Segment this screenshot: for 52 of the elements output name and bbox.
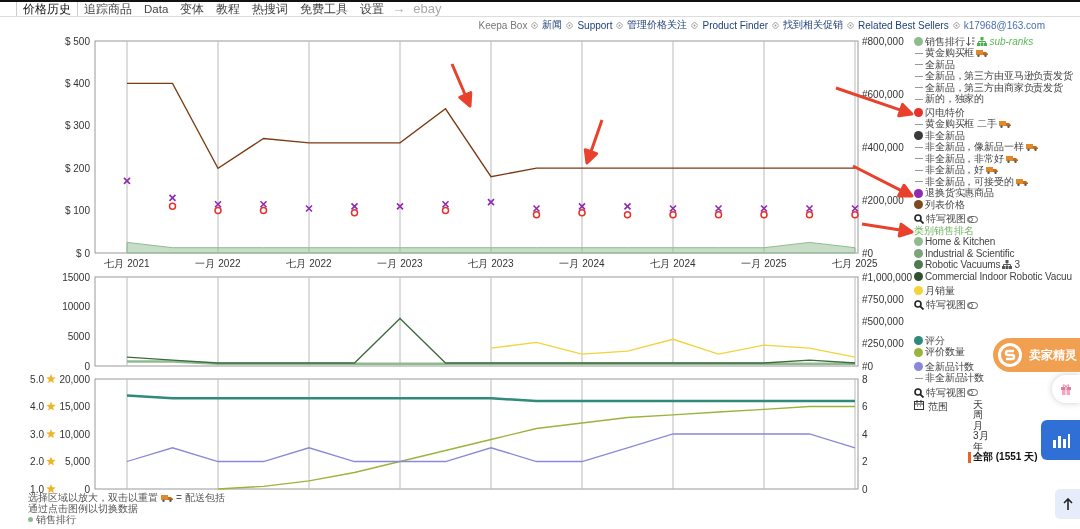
section-title: 类别销售排名 <box>914 225 975 236</box>
axis-label: 0 <box>862 483 868 495</box>
range-label: 范围 <box>928 399 948 414</box>
axis-label: 5,000 <box>64 456 90 467</box>
axis-label: $ 200 <box>64 162 90 174</box>
axis-label: #600,000 <box>862 88 904 100</box>
axis-label: 4 <box>862 428 868 440</box>
axis-label: 15000 <box>62 271 90 283</box>
axis-label: $ 100 <box>64 205 90 217</box>
hint-text: 选择区域以放大，双击以重置 <box>28 492 158 503</box>
axis-label: $ 300 <box>64 120 90 132</box>
axis-label: #200,000 <box>862 194 904 206</box>
axis-label: 一月 2024 <box>559 258 605 269</box>
axis-label: 七月 2021 <box>104 258 150 269</box>
axis-label: #750,000 <box>862 293 904 305</box>
axis-label: 七月 2022 <box>286 258 332 269</box>
arrow-icon: → <box>390 2 408 16</box>
axis-label: #500,000 <box>862 316 904 327</box>
axis-label: 0 <box>84 360 90 372</box>
axis-label: 七月 2025 <box>832 258 878 269</box>
tab-label: ebay <box>412 2 443 16</box>
axis-label: 3.0 <box>30 428 44 440</box>
axis-label: 一月 2023 <box>377 258 423 269</box>
axis-label: #250,000 <box>862 338 904 350</box>
axis-label: 8 <box>862 373 868 385</box>
axis-label: 20,000 <box>59 373 90 385</box>
hint-text: = 配送包括 <box>176 492 225 503</box>
axis-label: #800,000 <box>862 35 904 47</box>
axis-label: #0 <box>862 247 874 259</box>
axis-label: #1,000,000 <box>862 271 913 283</box>
brand-text: Keepa Box <box>478 19 528 31</box>
axis-label: 一月 2025 <box>741 258 787 269</box>
hint-text: 通过点击图例以切换数据 <box>28 503 139 514</box>
axis-label: $ 0 <box>76 247 90 259</box>
axis-label: 2.0 <box>30 456 44 467</box>
axis-label: $ 400 <box>64 77 90 89</box>
axis-label: 一月 2022 <box>195 258 241 269</box>
axis-label: $ 500 <box>64 35 90 47</box>
axis-label: 10,000 <box>59 428 90 440</box>
axis-label: 4.0 <box>30 401 44 412</box>
axis-label: 七月 2024 <box>650 258 696 269</box>
axis-label: 6 <box>862 401 868 412</box>
axis-label: 七月 2023 <box>468 258 514 269</box>
axis-label: 0 <box>84 483 90 495</box>
axis-label: 2 <box>862 456 868 467</box>
axis-label: 15,000 <box>59 401 90 412</box>
axis-label: #400,000 <box>862 141 904 153</box>
axis-label: 5000 <box>67 330 90 342</box>
axis-label: 5.0 <box>30 373 44 385</box>
count-text: 3 <box>1014 259 1020 271</box>
axis-label: #0 <box>862 360 874 372</box>
axis-label: 10000 <box>62 301 90 313</box>
